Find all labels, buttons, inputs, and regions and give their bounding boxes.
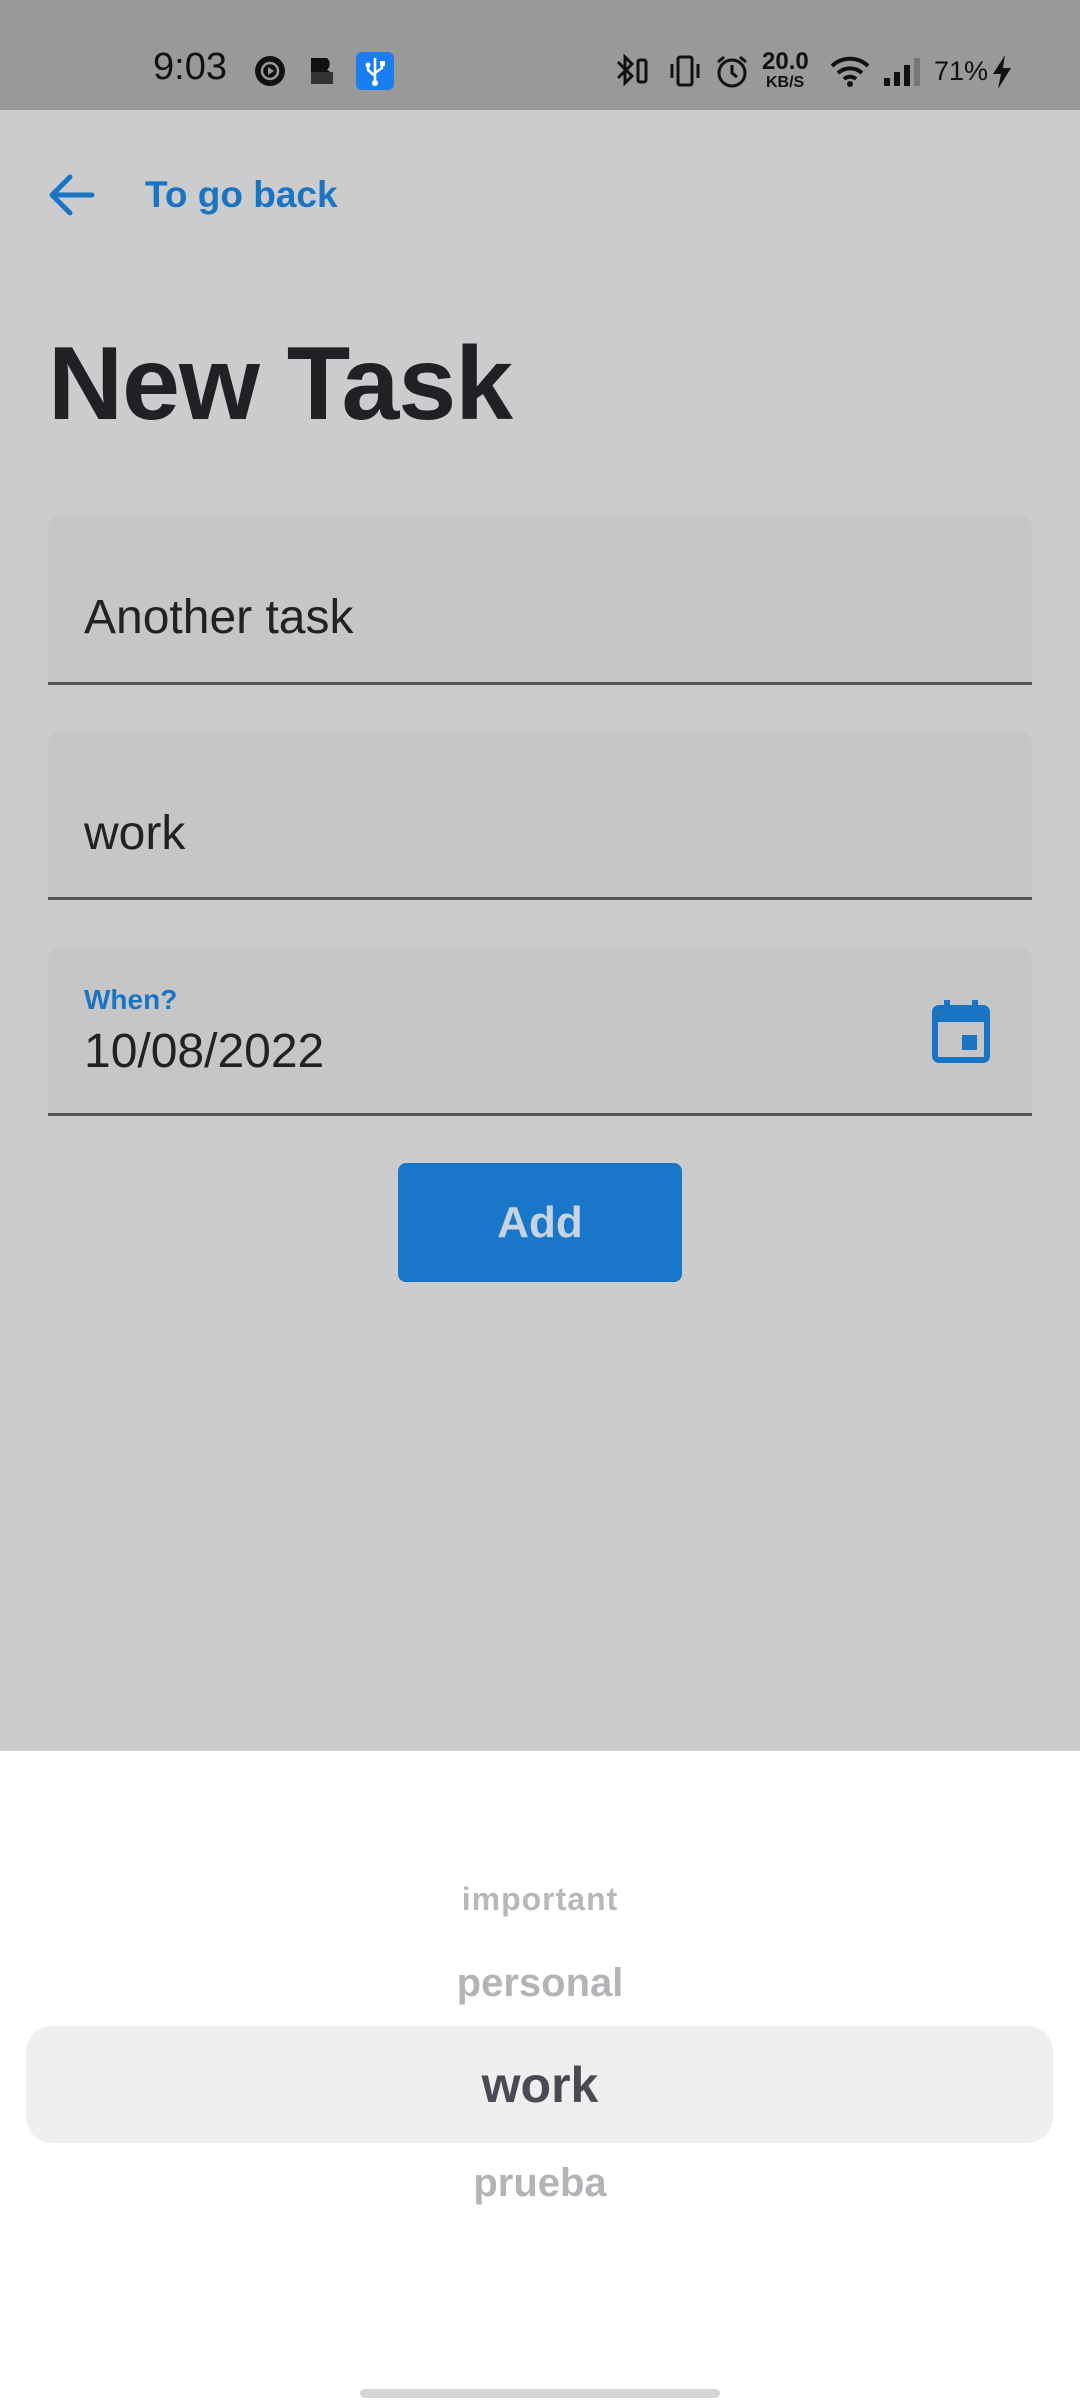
category-field[interactable]: work	[48, 731, 1032, 900]
charging-bolt-icon	[990, 54, 1014, 95]
usb-icon	[356, 52, 394, 95]
task-name-value[interactable]: Another task	[84, 590, 353, 645]
category-value[interactable]: work	[84, 806, 185, 861]
home-indicator[interactable]	[360, 2389, 720, 2398]
wifi-icon	[828, 54, 872, 93]
status-bar: 9:03 20.0 KB/S 71%	[0, 0, 1080, 110]
battery-percent: 71%	[934, 56, 989, 86]
vibrate-icon	[668, 54, 702, 93]
picker-item-important[interactable]: important	[0, 1881, 1080, 1918]
bluetooth-icon	[612, 53, 652, 93]
status-time: 9:03	[153, 46, 227, 88]
alarm-icon	[714, 54, 750, 95]
network-speed-value: 20.0	[762, 48, 809, 75]
back-link[interactable]: To go back	[44, 160, 338, 230]
page-title: New Task	[48, 326, 513, 442]
back-label[interactable]: To go back	[145, 174, 338, 216]
date-field[interactable]: When? 10/08/2022	[48, 947, 1032, 1116]
media-play-icon	[254, 55, 286, 92]
add-button[interactable]: Add	[398, 1163, 682, 1282]
calendar-icon[interactable]	[932, 999, 990, 1063]
arrow-left-icon	[44, 167, 100, 223]
picker-item-personal[interactable]: personal	[0, 1961, 1080, 2006]
picker-item-prueba[interactable]: prueba	[0, 2161, 1080, 2206]
task-name-field[interactable]: Another task	[48, 515, 1032, 685]
picker-item-work-selected[interactable]: work	[0, 2056, 1080, 2114]
category-picker-sheet: important personal work prueba	[0, 1751, 1080, 2400]
date-label: When?	[84, 984, 178, 1015]
network-speed-unit: KB/S	[766, 74, 805, 91]
signal-icon	[882, 56, 924, 93]
date-value[interactable]: 10/08/2022	[84, 1024, 324, 1079]
app-b-icon	[307, 55, 339, 92]
